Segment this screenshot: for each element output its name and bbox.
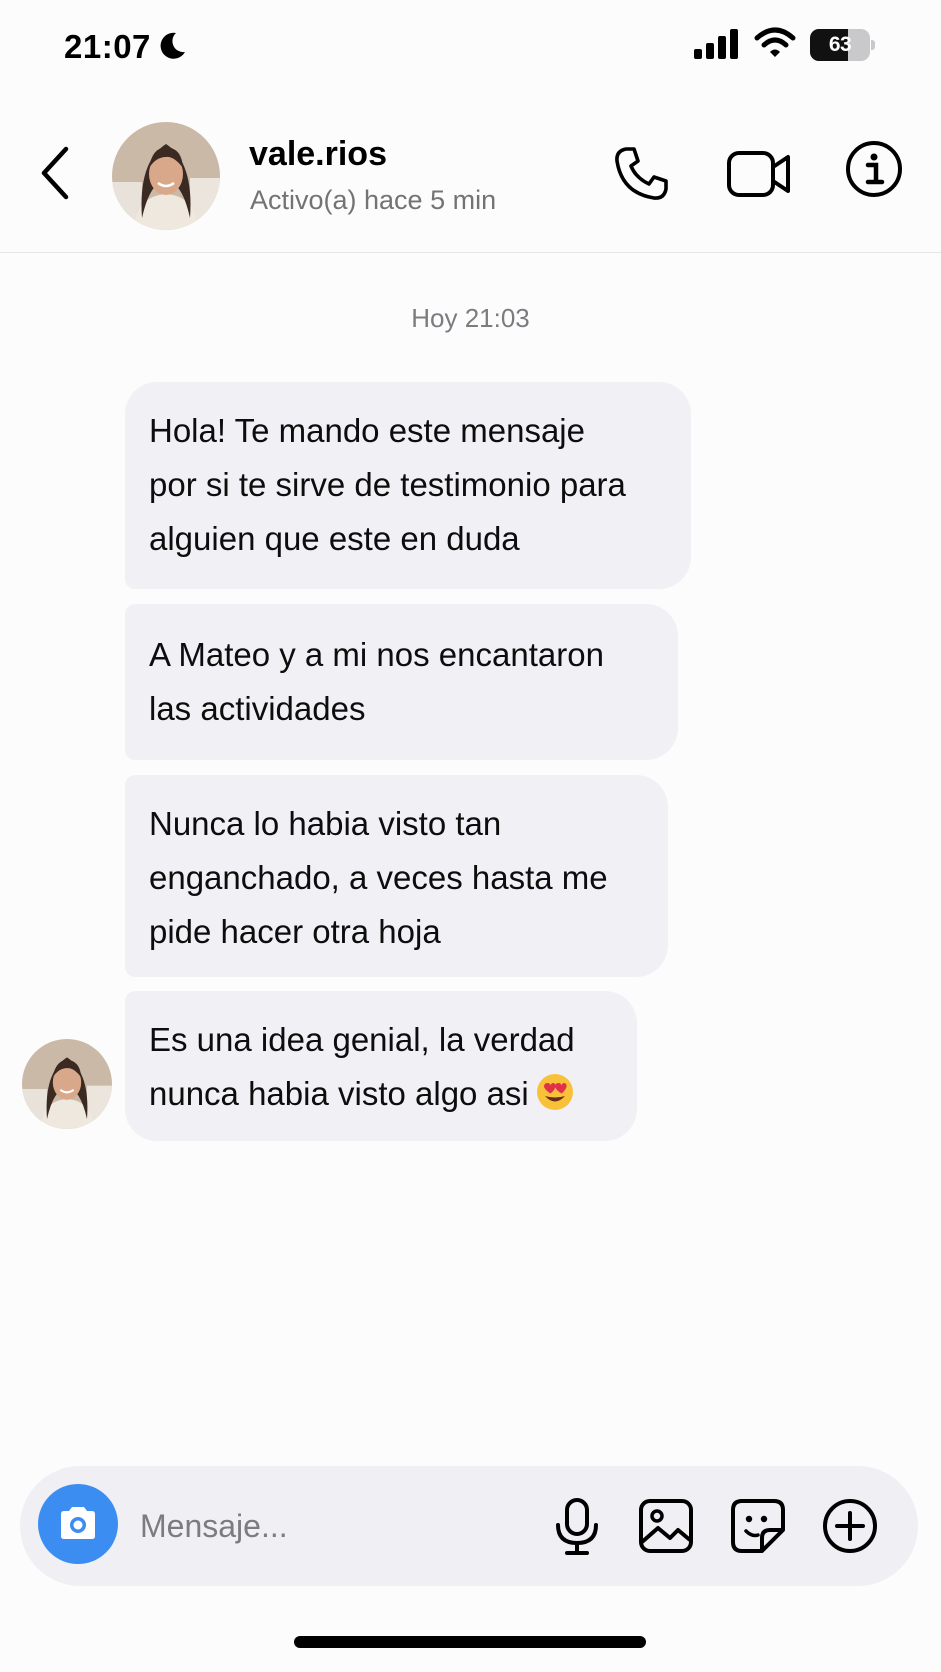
message-input[interactable] xyxy=(140,1500,520,1552)
sticker-icon xyxy=(731,1499,785,1553)
phone-icon xyxy=(615,147,668,200)
status-time: 21:07 xyxy=(64,28,151,65)
wifi-icon xyxy=(754,27,796,57)
microphone-icon xyxy=(556,1498,598,1555)
heart-eyes-emoji xyxy=(536,1074,573,1111)
camera-icon xyxy=(61,1507,95,1539)
video-camera-icon xyxy=(727,151,790,197)
message-line: enganchado, a veces hasta me xyxy=(149,859,608,896)
message-bubble[interactable]: Hola! Te mando este mensaje por si te si… xyxy=(125,382,691,589)
moon-icon xyxy=(160,32,185,59)
avatar[interactable] xyxy=(112,122,220,230)
info-button[interactable] xyxy=(844,139,904,199)
sticker-button[interactable] xyxy=(730,1498,786,1554)
plus-circle-icon xyxy=(823,1499,877,1553)
camera-button[interactable] xyxy=(38,1484,118,1564)
message-line: Hola! Te mando este mensaje xyxy=(149,412,585,449)
message-line: las actividades xyxy=(149,690,366,727)
conversation-timestamp: Hoy 21:03 xyxy=(411,303,530,333)
message-line: por si te sirve de testimonio para xyxy=(149,466,626,503)
chat-header: vale.rios Activo(a) hace 5 min xyxy=(0,95,941,253)
chevron-left-icon xyxy=(41,146,69,200)
battery-indicator: 63 xyxy=(810,29,875,61)
message-bubble[interactable]: Es una idea genial, la verdad nunca habi… xyxy=(125,991,637,1141)
message-line: Nunca lo habia visto tan xyxy=(149,805,502,842)
cellular-signal-icon xyxy=(694,29,738,59)
message-line: A Mateo y a mi nos encantaron xyxy=(149,636,604,673)
video-call-button[interactable] xyxy=(726,145,792,203)
phone-button[interactable] xyxy=(610,143,672,205)
message-bubble[interactable]: Nunca lo habia visto tan enganchado, a v… xyxy=(125,775,668,977)
gallery-button[interactable] xyxy=(638,1498,694,1554)
message-composer xyxy=(20,1466,918,1586)
message-line: Es una idea genial, la verdad xyxy=(149,1021,575,1058)
message-line: alguien que este en duda xyxy=(149,520,520,557)
add-button[interactable] xyxy=(822,1498,878,1554)
microphone-button[interactable] xyxy=(550,1498,604,1556)
message-line: pide hacer otra hoja xyxy=(149,913,441,950)
avatar[interactable] xyxy=(22,1039,112,1129)
message-line: nunca habia visto algo asi xyxy=(149,1075,529,1112)
home-indicator[interactable] xyxy=(294,1636,646,1648)
status-bar: 21:07 63 xyxy=(0,0,941,95)
image-gallery-icon xyxy=(639,1499,693,1553)
active-status: Activo(a) hace 5 min xyxy=(250,185,497,215)
back-button[interactable] xyxy=(34,141,78,205)
username[interactable]: vale.rios xyxy=(249,135,387,174)
battery-percent: 63 xyxy=(828,33,852,56)
info-icon xyxy=(846,141,902,197)
message-bubble[interactable]: A Mateo y a mi nos encantaron las activi… xyxy=(125,604,678,760)
